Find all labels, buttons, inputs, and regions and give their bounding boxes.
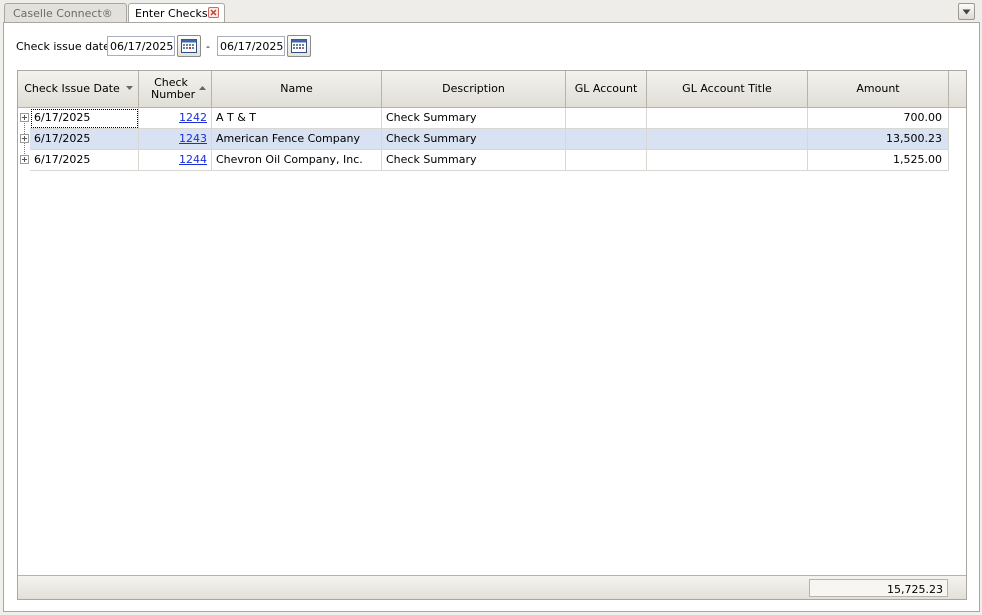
- to-date-field[interactable]: 06/17/2025: [217, 36, 285, 56]
- tab-list-dropdown[interactable]: [958, 3, 975, 20]
- calendar-icon: [291, 39, 307, 53]
- expand-row-icon[interactable]: [20, 155, 29, 164]
- cell-check-issue-date[interactable]: 6/17/2025: [30, 108, 139, 129]
- cell-check-issue-date[interactable]: 6/17/2025: [30, 150, 139, 171]
- table-row[interactable]: 6/17/2025 1243 American Fence Company Ch…: [18, 129, 950, 150]
- expand-row-icon[interactable]: [20, 113, 29, 122]
- calendar-icon: [181, 39, 197, 53]
- cell-check-number[interactable]: 1242: [139, 108, 212, 129]
- from-date-field[interactable]: 06/17/2025: [107, 36, 175, 56]
- cell-amount[interactable]: 1,525.00: [808, 150, 949, 171]
- sort-ascending-icon: [199, 86, 206, 90]
- grid-header: Check Issue Date Check Number Name Descr…: [18, 71, 966, 108]
- cell-gl-account-title[interactable]: [647, 150, 808, 171]
- column-header-name[interactable]: Name: [212, 71, 382, 107]
- tab-label: Caselle Connect®: [13, 7, 113, 20]
- column-header-amount[interactable]: Amount: [808, 71, 949, 107]
- column-header-gl-account-title[interactable]: GL Account Title: [647, 71, 808, 107]
- cell-gl-account[interactable]: [566, 129, 647, 150]
- date-range-separator: -: [206, 40, 210, 53]
- cell-amount[interactable]: 700.00: [808, 108, 949, 129]
- tab-enter-checks[interactable]: Enter Checks: [128, 3, 225, 23]
- cell-amount[interactable]: 13,500.23: [808, 129, 949, 150]
- amount-total: 15,725.23: [809, 579, 948, 597]
- close-icon[interactable]: [208, 7, 219, 18]
- tab-strip: Caselle Connect® Enter Checks: [0, 0, 982, 23]
- from-date-calendar-button[interactable]: [177, 35, 201, 57]
- column-header-gl-account[interactable]: GL Account: [566, 71, 647, 107]
- checks-grid: Check Issue Date Check Number Name Descr…: [17, 70, 967, 600]
- column-header-description[interactable]: Description: [382, 71, 566, 107]
- check-number-link[interactable]: 1243: [179, 132, 207, 145]
- grid-footer: 15,725.23: [18, 575, 966, 599]
- cell-gl-account[interactable]: [566, 108, 647, 129]
- cell-description[interactable]: Check Summary: [382, 150, 566, 171]
- cell-gl-account-title[interactable]: [647, 108, 808, 129]
- chevron-down-icon: [962, 9, 971, 15]
- tab-label: Enter Checks: [135, 7, 208, 20]
- to-date-calendar-button[interactable]: [287, 35, 311, 57]
- cell-name[interactable]: A T & T: [212, 108, 382, 129]
- cell-gl-account-title[interactable]: [647, 129, 808, 150]
- cell-gl-account[interactable]: [566, 150, 647, 171]
- tab-caselle-connect[interactable]: Caselle Connect®: [4, 3, 127, 22]
- cell-name[interactable]: Chevron Oil Company, Inc.: [212, 150, 382, 171]
- cell-check-number[interactable]: 1244: [139, 150, 212, 171]
- cell-name[interactable]: American Fence Company: [212, 129, 382, 150]
- cell-check-number[interactable]: 1243: [139, 129, 212, 150]
- cell-check-issue-date[interactable]: 6/17/2025: [30, 129, 139, 150]
- cell-description[interactable]: Check Summary: [382, 108, 566, 129]
- filter-dropdown-icon[interactable]: [126, 86, 133, 90]
- cell-description[interactable]: Check Summary: [382, 129, 566, 150]
- expand-row-icon[interactable]: [20, 134, 29, 143]
- column-header-filler: [949, 71, 966, 107]
- column-header-check-issue-date[interactable]: Check Issue Date: [18, 71, 139, 107]
- check-number-link[interactable]: 1242: [179, 111, 207, 124]
- check-issue-date-label: Check issue date:: [16, 40, 114, 53]
- table-row[interactable]: 6/17/2025 1244 Chevron Oil Company, Inc.…: [18, 150, 950, 171]
- column-header-check-number[interactable]: Check Number: [139, 71, 212, 107]
- table-row[interactable]: 6/17/2025 1242 A T & T Check Summary 700…: [18, 108, 950, 129]
- check-number-link[interactable]: 1244: [179, 153, 207, 166]
- enter-checks-panel: Check issue date: 06/17/2025 - 06/17/202…: [3, 22, 980, 612]
